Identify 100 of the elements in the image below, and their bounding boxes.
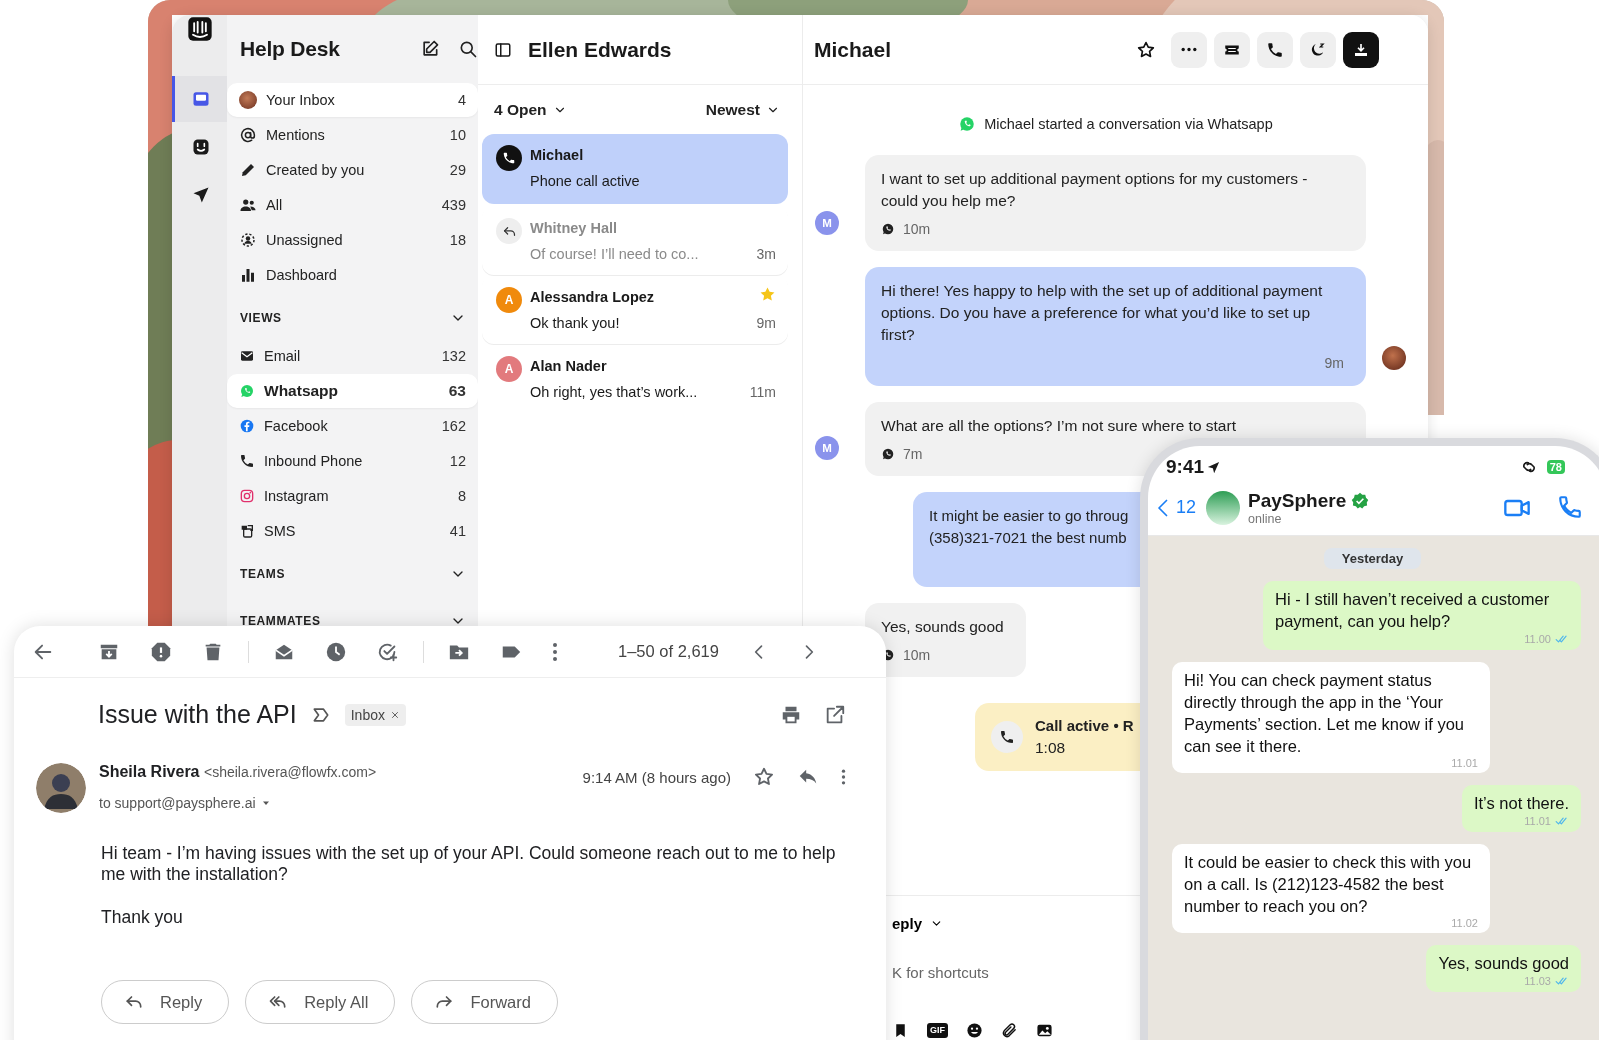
call-duration: 1:08 xyxy=(1035,738,1067,758)
phone-icon xyxy=(496,145,522,171)
phone-icon xyxy=(991,721,1023,753)
message-text: Yes, sounds good xyxy=(881,617,1004,637)
action-button[interactable] xyxy=(1300,31,1336,68)
label-chip[interactable]: Inbox xyxy=(344,703,406,726)
timestamp: 9m xyxy=(1324,354,1344,373)
search-icon[interactable] xyxy=(458,39,478,59)
reply-button[interactable]: Reply xyxy=(101,980,230,1024)
at-sign-icon xyxy=(239,126,257,144)
avatar: A xyxy=(496,287,522,313)
snooze-icon xyxy=(1309,40,1327,59)
section-header: VIEWS xyxy=(240,311,283,325)
sidebar-item[interactable]: Unassigned 18 xyxy=(227,223,478,257)
inbox-icon xyxy=(191,89,211,109)
sidebar-item[interactable]: All 439 xyxy=(227,188,478,222)
star-icon xyxy=(1136,39,1156,60)
sidebar-item[interactable]: Inbound Phone 12 xyxy=(227,444,478,478)
message-text: Yes, sounds good xyxy=(1438,953,1569,974)
logo-icon xyxy=(185,15,214,43)
panel-title: Ellen Edwards xyxy=(528,37,672,62)
star-icon[interactable] xyxy=(753,766,775,788)
message-preview: Of course! I’ll need to co... xyxy=(530,245,700,264)
item-count: 18 xyxy=(449,232,466,248)
sender-email: <sheila.rivera@flowfx.com> xyxy=(203,764,377,780)
email-body-text: Thank you xyxy=(101,907,184,928)
sidebar-item[interactable]: Instagram 8 xyxy=(227,479,478,513)
item-count: 8 xyxy=(457,488,466,504)
conversation-item[interactable]: A Alan Nader Oh right, yes that’s work... 11m xyxy=(482,345,788,414)
more-icon xyxy=(1180,47,1198,52)
avatar xyxy=(239,91,257,109)
sidebar-item[interactable]: Mentions 10 xyxy=(227,118,478,152)
open-in-new-icon[interactable] xyxy=(824,703,846,726)
status-time: 9:41 xyxy=(1166,456,1205,478)
star-icon xyxy=(759,286,776,303)
sender-name: Sheila Rivera xyxy=(99,763,200,780)
reply-mode-dropdown[interactable]: eply xyxy=(892,915,943,932)
sidebar-item[interactable]: SMS 41 xyxy=(227,514,478,548)
item-count: 162 xyxy=(441,418,466,434)
section-header: TEAMMATES xyxy=(240,614,322,628)
item-count: 132 xyxy=(441,348,466,364)
conversation-item[interactable]: Michael Phone call active xyxy=(482,134,788,204)
message-text: Hi - I still haven’t received a customer payment, can you help? xyxy=(1275,589,1551,632)
avatar: M xyxy=(815,436,839,460)
forward-button[interactable]: Forward xyxy=(411,980,558,1024)
timestamp: 11.01 xyxy=(1451,757,1478,769)
sidebar-item[interactable]: Dashboard xyxy=(227,258,478,292)
phone-icon xyxy=(1266,40,1284,59)
alert-icon[interactable] xyxy=(150,640,172,663)
action-button[interactable] xyxy=(1257,31,1293,68)
pencil-icon xyxy=(239,161,257,179)
close-icon[interactable] xyxy=(389,709,400,720)
compose-icon[interactable] xyxy=(420,39,440,59)
sidebar-item[interactable]: Created by you 29 xyxy=(227,153,478,187)
timestamp: 10m xyxy=(903,646,931,665)
sort-dropdown[interactable]: Newest xyxy=(705,100,780,119)
reply-field[interactable]: K for shortcuts xyxy=(892,964,1092,981)
more-icon[interactable] xyxy=(841,767,846,787)
item-count: 12 xyxy=(449,453,466,469)
back-button[interactable]: 12 xyxy=(1148,497,1197,518)
gif-button[interactable]: GIF xyxy=(927,1023,948,1038)
image-icon[interactable] xyxy=(1036,1022,1053,1039)
timestamp: 11.03 xyxy=(1524,975,1551,987)
message-preview: Ok thank you! xyxy=(530,314,621,333)
message-text: It could be easier to check this with you on a call. Is (212)123-4582 the best number to reach you on? xyxy=(1184,852,1473,917)
verified-badge-icon xyxy=(1351,491,1370,510)
contact-name: Alessandra Lopez xyxy=(530,288,656,307)
more-icon[interactable] xyxy=(552,640,558,663)
timestamp: 9m xyxy=(756,314,776,333)
item-count: 63 xyxy=(448,382,466,400)
timestamp: 10m xyxy=(903,220,931,239)
sidebar-item[interactable]: Facebook 162 xyxy=(227,409,478,443)
status-filter[interactable]: 4 Open xyxy=(494,100,567,119)
phone-icon[interactable] xyxy=(1557,493,1583,520)
presence-status: online xyxy=(1248,511,1283,526)
message-text: Hi! You can check payment status directly through the app in the ‘Your Payments’ section. Let me know if you can see it there. xyxy=(1184,670,1466,757)
paperclip-icon[interactable] xyxy=(1001,1022,1018,1039)
pagination-text: 1–50 of 2,619 xyxy=(618,642,719,661)
recipient: to support@paysphere.ai xyxy=(99,794,256,811)
person-circle-icon xyxy=(239,231,257,249)
timestamp: 11.00 xyxy=(1524,633,1551,645)
email-subject: Issue with the API xyxy=(98,700,297,729)
sidebar-toggle-icon[interactable] xyxy=(494,40,512,59)
conversation-item[interactable]: Whitney Hall Of course! I’ll need to co... 3m xyxy=(482,207,788,276)
timestamp: 3m xyxy=(756,245,776,264)
message-text: I want to set up additional payment options for my customers - could you help me? xyxy=(881,169,1309,211)
location-arrow-icon xyxy=(1206,459,1222,475)
sidebar-item[interactable]: Email 132 xyxy=(227,339,478,373)
resolve-button[interactable] xyxy=(1343,31,1379,68)
whatsapp-icon xyxy=(881,447,895,461)
sms-icon xyxy=(239,523,255,539)
reply-button[interactable]: Reply All xyxy=(245,980,396,1024)
bar-chart-icon xyxy=(239,266,257,284)
envelope-icon xyxy=(239,348,255,364)
emoji-icon[interactable] xyxy=(966,1022,983,1039)
clock-icon[interactable] xyxy=(325,640,347,663)
conversation-item[interactable]: A Alessandra Lopez Ok thank you! 9m xyxy=(482,276,788,345)
action-button[interactable] xyxy=(1214,31,1250,68)
sidebar-item[interactable]: Your Inbox 4 xyxy=(227,83,478,117)
sidebar-item[interactable]: Whatsapp 63 xyxy=(227,374,478,408)
